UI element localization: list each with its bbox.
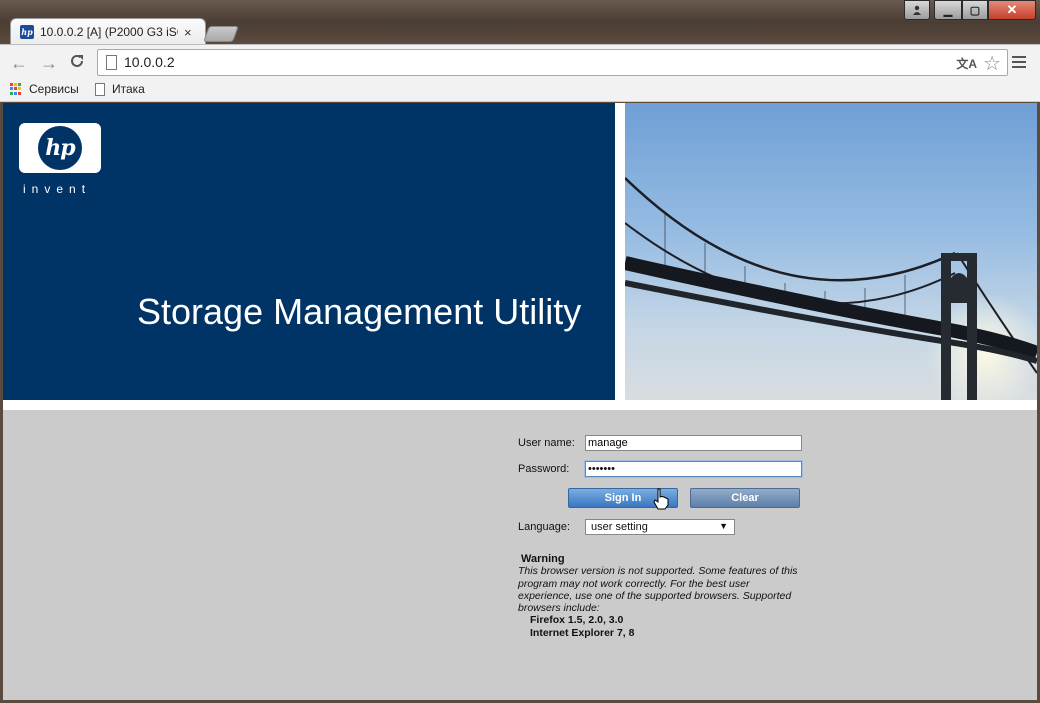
menu-hamburger-icon[interactable]: [1012, 56, 1026, 71]
language-label: Language:: [518, 521, 570, 533]
close-icon: ✕: [1006, 2, 1018, 17]
new-tab-button[interactable]: [203, 26, 239, 42]
page-icon: [95, 82, 105, 96]
page-icon: [106, 55, 117, 70]
maximize-icon: ▢: [969, 4, 981, 17]
minimize-button[interactable]: ▁: [934, 0, 962, 20]
close-window-button[interactable]: ✕: [988, 0, 1036, 20]
hp-favicon-icon: hp: [20, 25, 34, 39]
supported-browser: Firefox 1.5, 2.0, 3.0: [530, 614, 624, 627]
browser-toolbar: ← → 10.0.0.2 文A ☆: [0, 44, 1040, 80]
dropdown-arrow-icon: ▼: [719, 521, 728, 531]
supported-browser: Internet Explorer 7, 8: [530, 626, 635, 639]
language-select[interactable]: user setting ▼: [585, 519, 735, 535]
banner-divider: [3, 400, 1037, 410]
bookmark-label: Итака: [112, 82, 145, 96]
bookmarks-bar: Сервисы Итака: [0, 80, 1040, 102]
username-row: User name:: [518, 435, 802, 451]
logo-tagline: invent: [23, 182, 92, 196]
username-input[interactable]: [585, 435, 802, 451]
login-area: User name: Password: ••••••• Sign In Cle…: [3, 410, 1037, 700]
minimize-icon: ▁: [943, 4, 953, 17]
address-url: 10.0.0.2: [124, 54, 175, 70]
tab-close-icon[interactable]: ×: [184, 25, 192, 40]
translate-icon[interactable]: 文A: [956, 55, 977, 72]
password-row: Password: •••••••: [518, 461, 802, 477]
reload-icon[interactable]: [66, 53, 88, 73]
tab-title: 10.0.0.2 [A] (P2000 G3 iSC: [40, 25, 178, 39]
page-content: hp invent Storage Management Utility Use…: [3, 103, 1037, 700]
bookmark-itaka[interactable]: Итака: [95, 82, 145, 96]
username-label: User name:: [518, 437, 575, 449]
maximize-button[interactable]: ▢: [962, 0, 988, 20]
hp-logo: hp: [19, 123, 101, 173]
forward-arrow-icon[interactable]: →: [38, 53, 60, 73]
clear-button[interactable]: Clear: [690, 488, 800, 508]
user-profile-icon[interactable]: [904, 0, 930, 20]
password-input[interactable]: •••••••: [585, 461, 802, 477]
back-arrow-icon[interactable]: ←: [8, 53, 30, 73]
bookmark-star-icon[interactable]: ☆: [983, 51, 1001, 76]
banner-navy: hp invent Storage Management Utility: [3, 103, 615, 400]
warning-title: Warning: [521, 553, 565, 565]
apps-grid-icon: [10, 82, 23, 96]
hand-cursor-icon: [653, 488, 669, 510]
language-value: user setting: [591, 521, 648, 533]
bookmark-label: Сервисы: [29, 82, 79, 96]
hp-logo-mark: hp: [38, 126, 82, 170]
bridge-photo: [625, 103, 1037, 400]
language-row: Language: user setting ▼: [518, 519, 735, 535]
browser-tab-content[interactable]: hp 10.0.0.2 [A] (P2000 G3 iSC ×: [10, 18, 206, 46]
bookmark-apps[interactable]: Сервисы: [10, 82, 79, 96]
window-controls: ▁ ▢ ✕: [904, 0, 1036, 20]
warning-body: This browser version is not supported. S…: [518, 565, 798, 615]
page-title: Storage Management Utility: [137, 291, 582, 332]
browser-warning: Warning This browser version is not supp…: [518, 553, 798, 639]
address-bar[interactable]: 10.0.0.2 文A ☆: [97, 49, 1008, 76]
password-label: Password:: [518, 463, 570, 475]
